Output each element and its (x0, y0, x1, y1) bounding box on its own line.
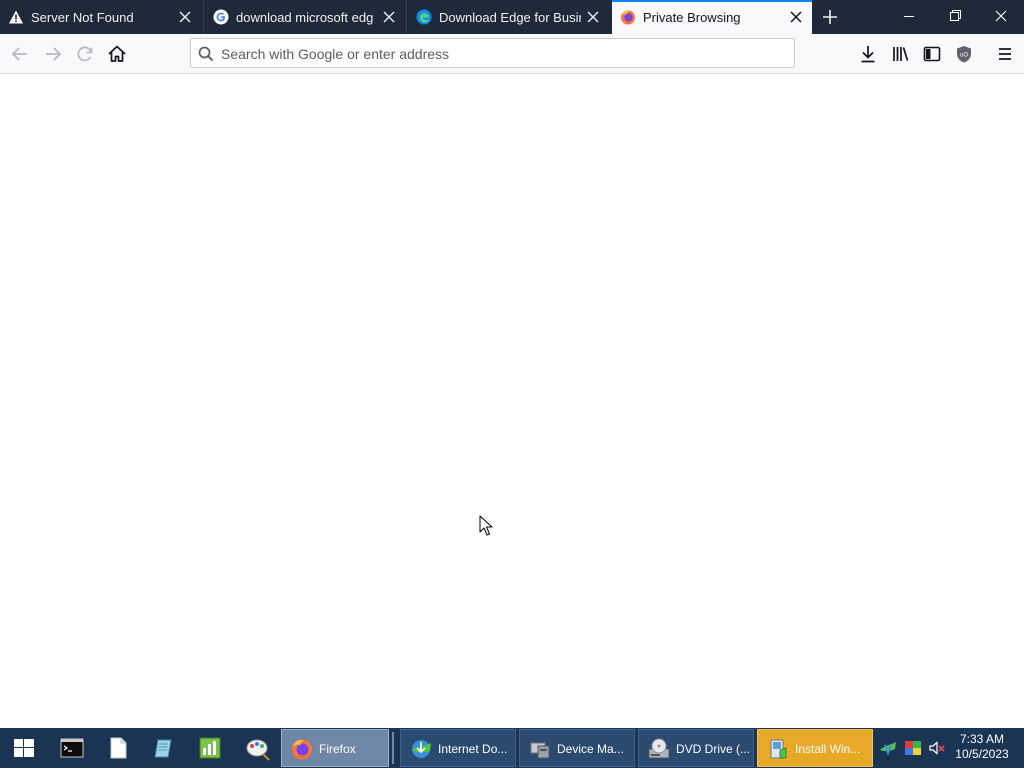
taskbar-button-label: DVD Drive (... (676, 742, 751, 756)
tab-title: Private Browsing (643, 10, 741, 25)
chart-icon[interactable] (196, 734, 224, 762)
downloads-icon[interactable] (854, 40, 882, 68)
clock-time: 7:33 AM (959, 732, 1005, 746)
taskbar-button-dvd-drive[interactable]: DVD Drive (... (638, 729, 754, 767)
reload-icon[interactable] (71, 40, 99, 68)
idm-icon (412, 740, 431, 758)
taskbar-button-label: Device Ma... (557, 742, 624, 756)
restore-icon[interactable] (932, 0, 978, 32)
search-icon (198, 46, 214, 62)
address-bar[interactable]: Search with Google or enter address (190, 38, 795, 68)
close-tab-icon[interactable] (585, 9, 601, 25)
system-clock[interactable]: 7:33 AM 10/5/2023 (950, 732, 1014, 762)
tab-google-search[interactable]: download microsoft edge - Goo (205, 0, 407, 34)
close-window-icon[interactable] (978, 0, 1024, 32)
page-content[interactable] (0, 74, 1024, 728)
home-icon[interactable] (103, 40, 131, 68)
tab-private-browsing[interactable]: Private Browsing (612, 0, 812, 34)
taskbar-button-internet-download-manager[interactable]: Internet Do... (400, 729, 516, 767)
firefox-icon (292, 739, 312, 760)
tab-server-not-found[interactable]: Server Not Found (0, 0, 204, 34)
firefox-icon (621, 10, 635, 25)
taskbar: Firefox Internet Do... Device Ma... DVD … (0, 728, 1024, 768)
tab-title: Download Edge for Business (439, 10, 581, 25)
forward-arrow-icon[interactable] (39, 40, 67, 68)
svg-text:uO: uO (960, 53, 968, 59)
idm-tray-icon[interactable] (879, 739, 897, 757)
device-manager-icon (530, 742, 550, 759)
tab-title: download microsoft edge - Goo (236, 10, 373, 25)
edge-icon (416, 9, 432, 25)
taskbar-button-label: Install Win... (795, 742, 861, 756)
paint-icon[interactable] (243, 734, 271, 762)
warning-icon (9, 10, 23, 24)
mouse-cursor-icon (479, 515, 493, 536)
file-icon[interactable] (104, 734, 132, 762)
start-icon[interactable] (10, 734, 38, 762)
ublock-shield-icon[interactable]: uO (950, 40, 978, 68)
tab-download-edge[interactable]: Download Edge for Business (408, 0, 611, 34)
taskbar-button-firefox[interactable]: Firefox (281, 729, 389, 767)
address-placeholder: Search with Google or enter address (221, 46, 450, 62)
taskbar-button-label: Internet Do... (438, 742, 508, 756)
sidebar-icon[interactable] (918, 40, 946, 68)
close-tab-icon[interactable] (788, 9, 804, 25)
taskbar-button-label: Firefox (319, 742, 356, 756)
notepad-icon[interactable] (150, 734, 178, 762)
clock-date: 10/5/2023 (955, 747, 1009, 761)
tab-bar: Server Not Found download microsoft edge… (0, 0, 1024, 34)
menu-icon[interactable] (991, 40, 1019, 68)
google-icon (213, 9, 229, 25)
dvd-icon (648, 738, 670, 759)
tab-title: Server Not Found (31, 10, 134, 25)
taskbar-button-device-manager[interactable]: Device Ma... (519, 729, 635, 767)
close-tab-icon[interactable] (381, 9, 397, 25)
installer-icon (770, 739, 787, 759)
color-tray-icon[interactable] (904, 739, 922, 757)
library-icon[interactable] (886, 40, 914, 68)
taskbar-divider (392, 732, 394, 764)
navigation-toolbar: Search with Google or enter address uO (0, 34, 1024, 74)
new-tab-icon[interactable] (818, 5, 842, 29)
terminal-icon[interactable] (58, 734, 86, 762)
close-tab-icon[interactable] (177, 9, 193, 25)
taskbar-button-install-windows[interactable]: Install Win... (757, 729, 873, 767)
back-arrow-icon[interactable] (6, 40, 34, 68)
volume-muted-icon[interactable] (928, 739, 946, 757)
minimize-icon[interactable] (886, 0, 932, 32)
